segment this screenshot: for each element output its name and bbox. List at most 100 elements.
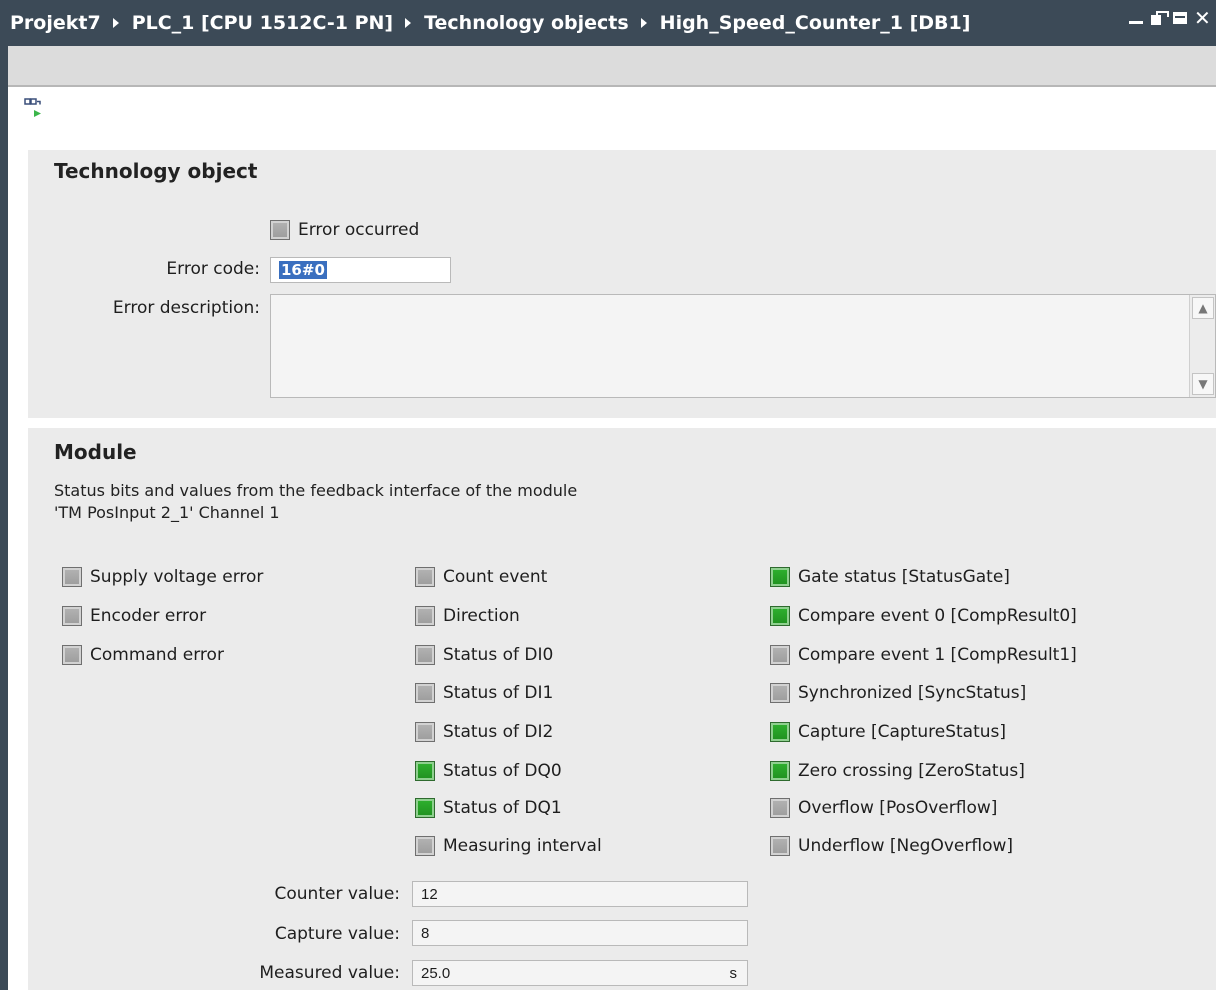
error-description-field[interactable]: ▲ ▼ [270,294,1216,398]
status-di0: Status of DI0 [415,645,553,665]
breadcrumb: Projekt7 PLC_1 [CPU 1512C-1 PN] Technolo… [0,12,970,34]
module-title: Module [54,440,137,464]
status-led [770,683,790,703]
breadcrumb-project[interactable]: Projekt7 [10,12,101,34]
measured-value-label: Measured value: [259,963,400,983]
module-panel: Module Status bits and values from the f… [28,428,1216,990]
status-led [415,836,435,856]
breadcrumb-counter-db[interactable]: High_Speed_Counter_1 [DB1] [660,12,971,34]
scroll-up-icon[interactable]: ▲ [1192,297,1214,319]
status-dq0: Status of DQ0 [415,761,562,781]
status-label: Direction [443,606,520,626]
technology-object-title: Technology object [54,159,258,183]
editor-titlebar: Projekt7 PLC_1 [CPU 1512C-1 PN] Technolo… [0,0,1216,46]
float-window-icon[interactable] [1150,10,1169,26]
status-label: Status of DQ0 [443,761,562,781]
window-controls: ✕ [1128,8,1211,28]
maximize-icon[interactable] [1172,10,1188,26]
status-label: Overflow [PosOverflow] [798,798,998,818]
error-code-label: Error code: [166,259,260,279]
status-led [62,645,82,665]
counter-value-field[interactable]: 12 [412,881,748,907]
status-label: Zero crossing [ZeroStatus] [798,761,1025,781]
status-zero-crossing: Zero crossing [ZeroStatus] [770,761,1025,781]
status-measuring-interval: Measuring interval [415,836,602,856]
status-led [770,798,790,818]
status-compare-event-1: Compare event 1 [CompResult1] [770,645,1077,665]
technology-object-panel: Technology object Error occurred Error c… [28,150,1216,418]
status-underflow: Underflow [NegOverflow] [770,836,1013,856]
error-occurred-led [270,220,290,240]
status-compare-event-0: Compare event 0 [CompResult0] [770,606,1077,626]
editor-toolbar [8,46,1216,87]
error-description-label: Error description: [112,298,260,318]
technology-object-icon[interactable] [24,96,50,120]
breadcrumb-technology-objects[interactable]: Technology objects [424,12,629,34]
status-label: Gate status [StatusGate] [798,567,1010,587]
capture-value-label: Capture value: [274,924,400,944]
minimize-icon[interactable] [1128,10,1144,26]
status-synchronized: Synchronized [SyncStatus] [770,683,1026,703]
status-di2: Status of DI2 [415,722,553,742]
status-led [415,567,435,587]
error-description-scrollbar[interactable]: ▲ ▼ [1189,295,1215,397]
status-label: Underflow [NegOverflow] [798,836,1014,856]
status-led [415,606,435,626]
status-direction: Direction [415,606,520,626]
status-led [770,761,790,781]
status-label: Compare event 1 [CompResult1] [798,645,1077,665]
status-dq1: Status of DQ1 [415,798,562,818]
status-label: Status of DI0 [443,645,554,665]
status-led [770,836,790,856]
error-code-value: 16#0 [279,261,327,279]
measured-value-field[interactable]: 25.0 s [412,960,748,986]
status-led [415,683,435,703]
module-description-line-1: Status bits and values from the feedback… [54,481,578,500]
error-code-field[interactable]: 16#0 [270,257,451,283]
status-label: Capture [CaptureStatus] [798,722,1007,742]
status-led [770,722,790,742]
error-occurred-status: Error occurred [270,220,419,240]
status-label: Measuring interval [443,836,602,856]
status-led [62,606,82,626]
module-description-line-2: 'TM PosInput 2_1' Channel 1 [54,503,280,522]
status-label: Encoder error [90,606,207,626]
status-gate: Gate status [StatusGate] [770,567,1010,587]
status-led [415,645,435,665]
breadcrumb-arrow-icon [112,18,119,28]
status-encoder-error: Encoder error [62,606,206,626]
status-label: Command error [90,645,224,665]
status-count-event: Count event [415,567,547,587]
status-led [415,722,435,742]
editor-left-strip [0,0,8,990]
status-label: Status of DI1 [443,683,554,703]
status-capture: Capture [CaptureStatus] [770,722,1006,742]
capture-value: 8 [421,924,430,942]
status-label: Synchronized [SyncStatus] [798,683,1027,703]
breadcrumb-arrow-icon [405,18,412,28]
module-description: Status bits and values from the feedback… [54,480,577,524]
status-led [415,798,435,818]
close-icon[interactable]: ✕ [1194,8,1211,28]
status-supply-voltage-error: Supply voltage error [62,567,263,587]
capture-value-field[interactable]: 8 [412,920,748,946]
scroll-down-icon[interactable]: ▼ [1192,373,1214,395]
status-label: Compare event 0 [CompResult0] [798,606,1077,626]
counter-value-label: Counter value: [274,884,401,904]
status-command-error: Command error [62,645,224,665]
status-led [770,606,790,626]
status-label: Status of DQ1 [443,798,562,818]
status-led [770,567,790,587]
status-label: Count event [443,567,548,587]
status-di1: Status of DI1 [415,683,553,703]
status-led [62,567,82,587]
breadcrumb-plc[interactable]: PLC_1 [CPU 1512C-1 PN] [132,12,393,34]
measured-value: 25.0 [421,964,451,982]
error-occurred-label: Error occurred [298,220,420,240]
status-led [770,645,790,665]
breadcrumb-arrow-icon [640,18,647,28]
counter-value: 12 [421,885,438,903]
status-overflow: Overflow [PosOverflow] [770,798,997,818]
status-led [415,761,435,781]
measured-value-unit: s [729,964,738,982]
